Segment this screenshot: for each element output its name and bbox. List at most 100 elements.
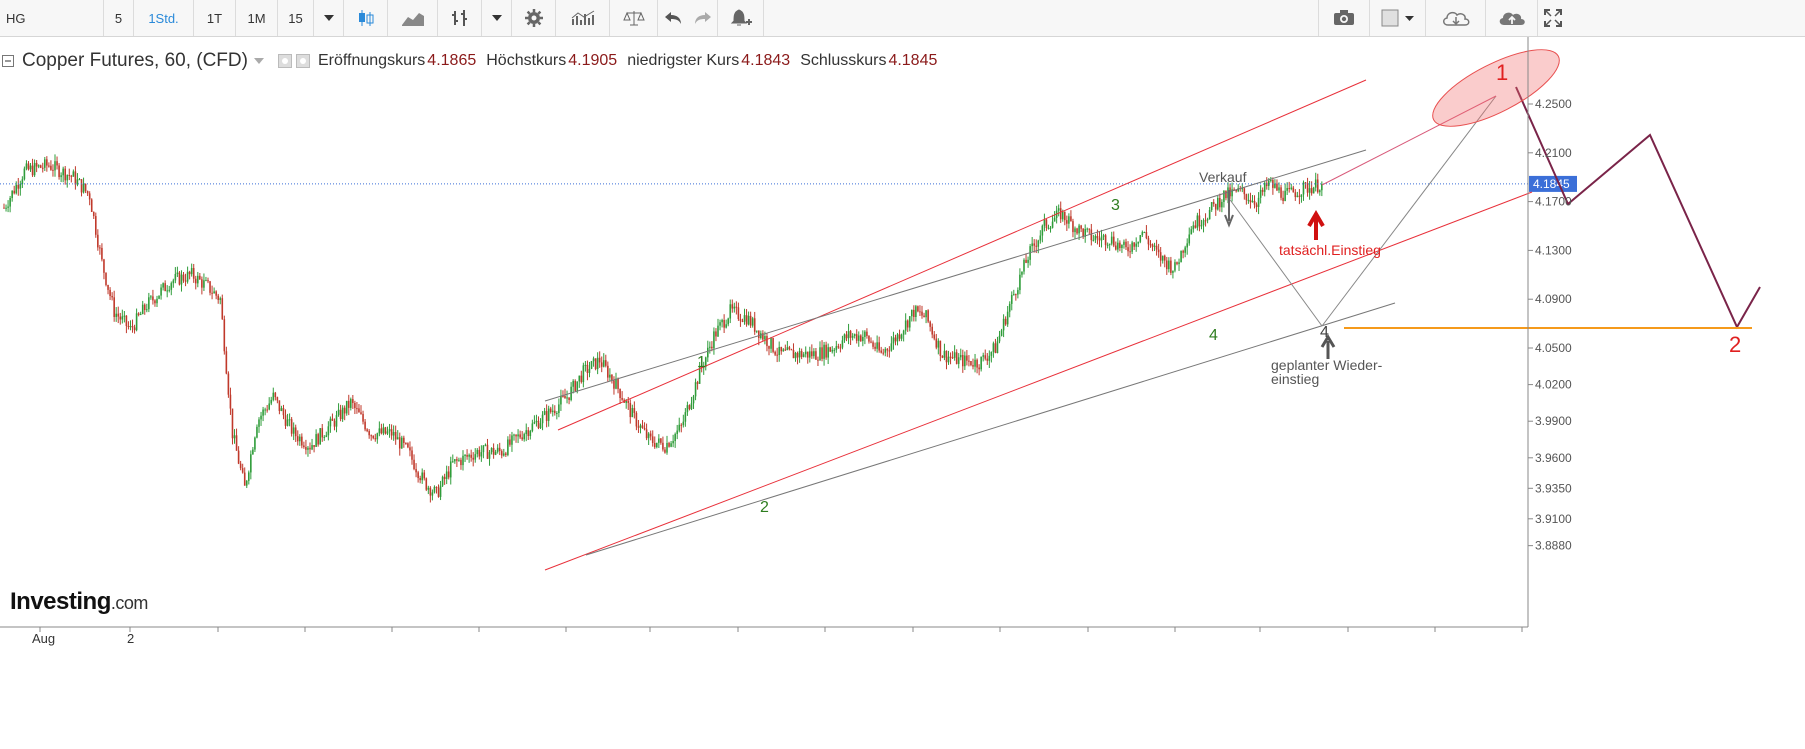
candle-body [658,438,660,443]
candle-body [484,444,487,446]
interval-1h-button[interactable]: 1Std. [134,0,194,36]
candle-body [307,447,309,450]
candle-body [162,283,164,288]
price-tick-label: 3.8880 [1535,539,1572,553]
price-chart[interactable]: 4.1845 4.2500 4.2100 4.1700 4.1300 4.0900 4.0… [0,37,1805,749]
candle-body [921,311,923,316]
candle-body [745,315,748,325]
candle-body [201,279,203,288]
redo-button[interactable] [688,0,718,36]
candle-body [835,346,838,350]
gear-icon [524,9,543,27]
candle-body [445,471,448,480]
candle-body [95,216,97,235]
candle-body [341,407,344,420]
candle-body [964,355,966,367]
save-button[interactable] [1486,0,1538,36]
symbol-input[interactable]: HG [0,0,104,36]
candle-body [629,402,632,418]
price-axis[interactable]: 4.2500 4.2100 4.1700 4.1300 4.0900 4.0500 4.02… [0,37,1572,628]
candle-body [1102,235,1105,237]
candle-body [596,357,599,370]
undo-button[interactable] [658,0,688,36]
candle-body [845,334,848,339]
interval-15m-button[interactable]: 15 [278,0,314,36]
candle-body [531,423,534,431]
candle-body [943,350,946,358]
candle-body [925,310,927,318]
candle-body [374,438,377,440]
candle-body [309,447,311,450]
candle-body [482,445,485,453]
candle-body [299,436,301,442]
candle-body [1019,274,1021,291]
candle-body [639,425,642,428]
interval-dropdown-button[interactable] [314,0,344,36]
candle-body [84,183,87,192]
bell-plus-icon [730,9,752,26]
fullscreen-button[interactable] [1538,0,1568,36]
candle-body [578,375,581,382]
compare-button[interactable] [610,0,658,36]
candle-body [1059,208,1062,220]
load-button[interactable] [1426,0,1486,36]
candle-body [647,433,650,439]
candle-body [1137,241,1140,244]
price-tick-label: 4.2100 [1535,146,1572,160]
interval-1d-button[interactable]: 1T [194,0,236,36]
candle-body [1064,211,1066,221]
candle-body [684,412,687,422]
candle-body [197,275,199,284]
candle-body [764,336,766,340]
candle-body [686,405,689,413]
bars-button[interactable] [438,0,482,36]
candle-body [199,275,201,280]
candle-body [551,410,554,413]
alert-button[interactable] [718,0,764,36]
layout-button[interactable] [1370,0,1426,36]
candle-body [150,296,152,298]
candle-body [498,447,501,452]
candle-body [454,459,456,462]
candle-body [1196,215,1199,228]
candle-body [441,476,444,486]
price-tick-label: 3.9900 [1535,414,1572,428]
interval-1m-button[interactable]: 1M [236,0,278,36]
candle-body [611,374,613,381]
candle-body [841,340,844,348]
candle-body [396,437,399,440]
candle-body [376,433,379,440]
candle-body [615,378,617,389]
settings-button[interactable] [512,0,556,36]
candle-body [1013,294,1015,296]
indicators-button[interactable] [556,0,610,36]
candle-body [156,298,158,304]
wave-1-label: 1 [697,354,706,371]
planned-entry-label-2: einstieg [1271,371,1319,387]
candle-body [103,259,105,273]
candle-body [733,306,736,309]
candle-body [323,436,326,438]
candles-button[interactable] [344,0,388,36]
area-chart-button[interactable] [388,0,438,36]
candle-body [758,330,760,338]
candle-body [1286,188,1288,191]
chart-type-dropdown-button[interactable] [482,0,512,36]
time-axis[interactable]: Aug 2 [32,627,1523,646]
interval-5m-button[interactable]: 5 [104,0,134,36]
snapshot-button[interactable] [1318,0,1370,36]
candle-body [1139,235,1142,242]
candle-body [1255,204,1258,207]
candle-body [117,313,120,317]
price-tick-label: 4.1300 [1535,243,1572,257]
candle-body [837,346,840,348]
candle-body [800,351,803,357]
candle-body [890,343,893,351]
chevron-down-icon [323,15,334,21]
candle-body [1268,180,1270,187]
candle-body [741,320,744,322]
candle-body [996,341,999,353]
candle-body [1023,259,1025,272]
candle-body [282,408,285,416]
candle-body [725,324,727,328]
